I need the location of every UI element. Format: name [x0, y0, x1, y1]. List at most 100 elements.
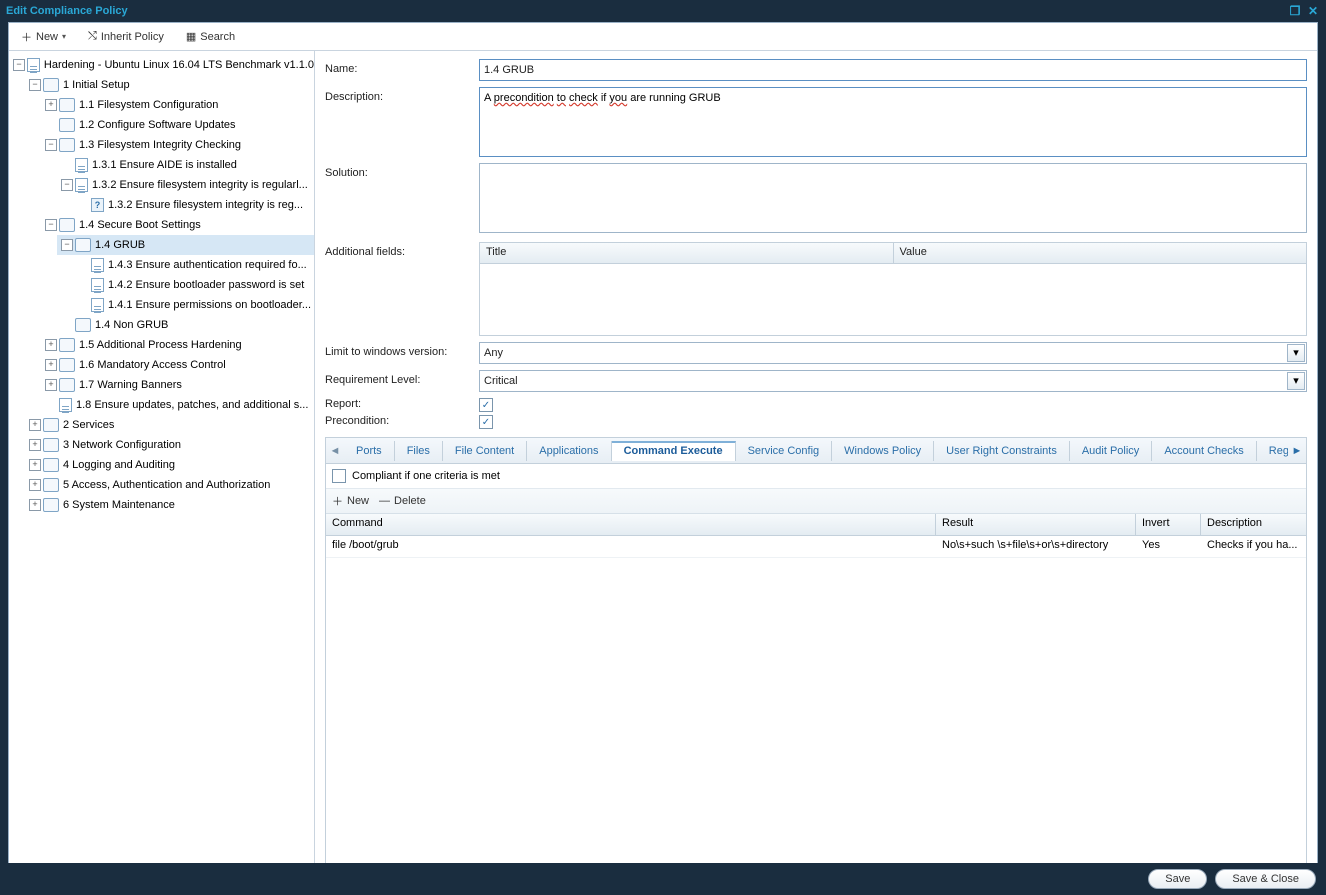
tree-item[interactable]: +1.5 Additional Process Hardening — [41, 335, 314, 355]
tab-audit-policy[interactable]: Audit Policy — [1070, 441, 1152, 461]
expand-icon[interactable]: + — [29, 419, 41, 431]
expand-icon[interactable]: + — [45, 339, 57, 351]
description-input[interactable]: A precondition to check if you are runni… — [479, 87, 1307, 157]
inherit-policy-button[interactable]: ⤭ Inherit Policy — [82, 28, 170, 45]
collapse-icon[interactable]: − — [45, 139, 57, 151]
cell-description: Checks if you ha... — [1201, 536, 1306, 557]
collapse-icon[interactable]: − — [29, 79, 41, 91]
folder-icon — [43, 478, 59, 492]
save-close-button[interactable]: Save & Close — [1215, 869, 1316, 889]
expand-icon[interactable]: + — [29, 499, 41, 511]
tree-item[interactable]: 1.3.1 Ensure AIDE is installed — [57, 155, 314, 175]
expand-icon[interactable]: + — [45, 359, 57, 371]
toolbar: ＋ New ▾ ⤭ Inherit Policy ▦ Search — [9, 23, 1317, 51]
tree-item[interactable]: +1.6 Mandatory Access Control — [41, 355, 314, 375]
tree-root[interactable]: −Hardening - Ubuntu Linux 16.04 LTS Benc… — [9, 55, 314, 75]
delete-criterion-button[interactable]: —Delete — [379, 495, 426, 507]
tree-item[interactable]: 1.4.2 Ensure bootloader password is set — [73, 275, 314, 295]
collapse-icon[interactable]: − — [61, 239, 73, 251]
expand-icon[interactable]: + — [45, 379, 57, 391]
table-row[interactable]: file /boot/grub No\s+such \s+file\s+or\s… — [326, 536, 1306, 558]
search-button[interactable]: ▦ Search — [180, 28, 241, 45]
new-button[interactable]: ＋ New ▾ — [15, 27, 72, 47]
window-restore-icon[interactable]: ❐ — [1288, 4, 1302, 18]
chevron-down-icon[interactable]: ▾ — [1287, 344, 1305, 362]
additional-grid-header: Title Value — [479, 242, 1307, 264]
tree-item[interactable]: 1.4 Non GRUB — [57, 315, 314, 335]
window-close-icon[interactable]: ✕ — [1306, 4, 1320, 18]
compliant-checkbox[interactable] — [332, 469, 346, 483]
cell-command: file /boot/grub — [326, 536, 936, 557]
compliant-label: Compliant if one criteria is met — [352, 470, 500, 482]
tree-item[interactable]: 1.4.3 Ensure authentication required fo.… — [73, 255, 314, 275]
folder-icon — [43, 498, 59, 512]
col-command: Command — [326, 514, 936, 535]
tab-account-checks[interactable]: Account Checks — [1152, 441, 1256, 461]
doc-icon — [91, 298, 104, 312]
tree-item[interactable]: +5 Access, Authentication and Authorizat… — [25, 475, 314, 495]
limit-select[interactable] — [479, 342, 1307, 364]
tree-item[interactable]: +4 Logging and Auditing — [25, 455, 314, 475]
tabs-next-button[interactable]: ► — [1288, 445, 1306, 457]
question-icon: ? — [91, 198, 104, 212]
tree-item-selected[interactable]: −1.4 GRUB — [57, 235, 314, 255]
folder-icon — [59, 218, 75, 232]
tab-user-right[interactable]: User Right Constraints — [934, 441, 1070, 461]
tabs-prev-button[interactable]: ◄ — [326, 445, 344, 457]
chevron-down-icon[interactable]: ▾ — [1287, 372, 1305, 390]
tab-files[interactable]: Files — [395, 441, 443, 461]
tree-item[interactable]: −1.4 Secure Boot Settings — [41, 215, 314, 235]
tree-item[interactable]: 1.2 Configure Software Updates — [41, 115, 314, 135]
tree-item[interactable]: +6 System Maintenance — [25, 495, 314, 515]
tab-windows-policy[interactable]: Windows Policy — [832, 441, 934, 461]
policy-tree[interactable]: −Hardening - Ubuntu Linux 16.04 LTS Benc… — [9, 51, 315, 886]
policy-icon — [27, 58, 40, 72]
report-checkbox[interactable] — [479, 398, 493, 412]
tab-ports[interactable]: Ports — [344, 441, 395, 461]
folder-icon — [59, 338, 75, 352]
folder-icon — [43, 418, 59, 432]
doc-icon — [59, 398, 72, 412]
tree-item[interactable]: −1 Initial Setup — [25, 75, 314, 95]
folder-icon — [43, 438, 59, 452]
tree-item[interactable]: −1.3 Filesystem Integrity Checking — [41, 135, 314, 155]
command-grid[interactable]: Command Result Invert Description file /… — [326, 514, 1306, 877]
solution-input[interactable] — [479, 163, 1307, 233]
expand-icon[interactable]: + — [29, 459, 41, 471]
tree-item[interactable]: ?1.3.2 Ensure filesystem integrity is re… — [73, 195, 314, 215]
col-result: Result — [936, 514, 1136, 535]
expand-icon[interactable]: + — [29, 439, 41, 451]
tree-item[interactable]: +2 Services — [25, 415, 314, 435]
requirement-select[interactable] — [479, 370, 1307, 392]
tree-item[interactable]: 1.4.1 Ensure permissions on bootloader..… — [73, 295, 314, 315]
tab-file-content[interactable]: File Content — [443, 441, 527, 461]
precondition-label: Precondition: — [325, 415, 479, 429]
new-criterion-button[interactable]: ＋New — [332, 493, 369, 509]
precondition-checkbox[interactable] — [479, 415, 493, 429]
save-button[interactable]: Save — [1148, 869, 1207, 889]
tree-item[interactable]: +3 Network Configuration — [25, 435, 314, 455]
collapse-icon[interactable]: − — [61, 179, 73, 191]
tab-applications[interactable]: Applications — [527, 441, 611, 461]
collapse-icon[interactable]: − — [45, 219, 57, 231]
tab-registry-keys[interactable]: Registry Keys — [1257, 441, 1288, 461]
tree-item[interactable]: −1.3.2 Ensure filesystem integrity is re… — [57, 175, 314, 195]
tree-item[interactable]: +1.1 Filesystem Configuration — [41, 95, 314, 115]
new-label: New — [36, 31, 58, 43]
search-label: Search — [200, 31, 235, 43]
col-invert: Invert — [1136, 514, 1201, 535]
tab-command-execute[interactable]: Command Execute — [612, 441, 736, 461]
description-label: Description: — [325, 87, 479, 103]
name-input[interactable] — [479, 59, 1307, 81]
expand-icon[interactable]: + — [45, 99, 57, 111]
tree-item[interactable]: +1.7 Warning Banners — [41, 375, 314, 395]
folder-icon — [43, 458, 59, 472]
additional-grid[interactable] — [479, 264, 1307, 336]
expand-icon[interactable]: + — [29, 479, 41, 491]
tree-item[interactable]: 1.8 Ensure updates, patches, and additio… — [41, 395, 314, 415]
folder-icon — [59, 118, 75, 132]
collapse-icon[interactable]: − — [13, 59, 25, 71]
requirement-label: Requirement Level: — [325, 370, 479, 392]
tab-service-config[interactable]: Service Config — [736, 441, 833, 461]
additional-label: Additional fields: — [325, 242, 479, 258]
